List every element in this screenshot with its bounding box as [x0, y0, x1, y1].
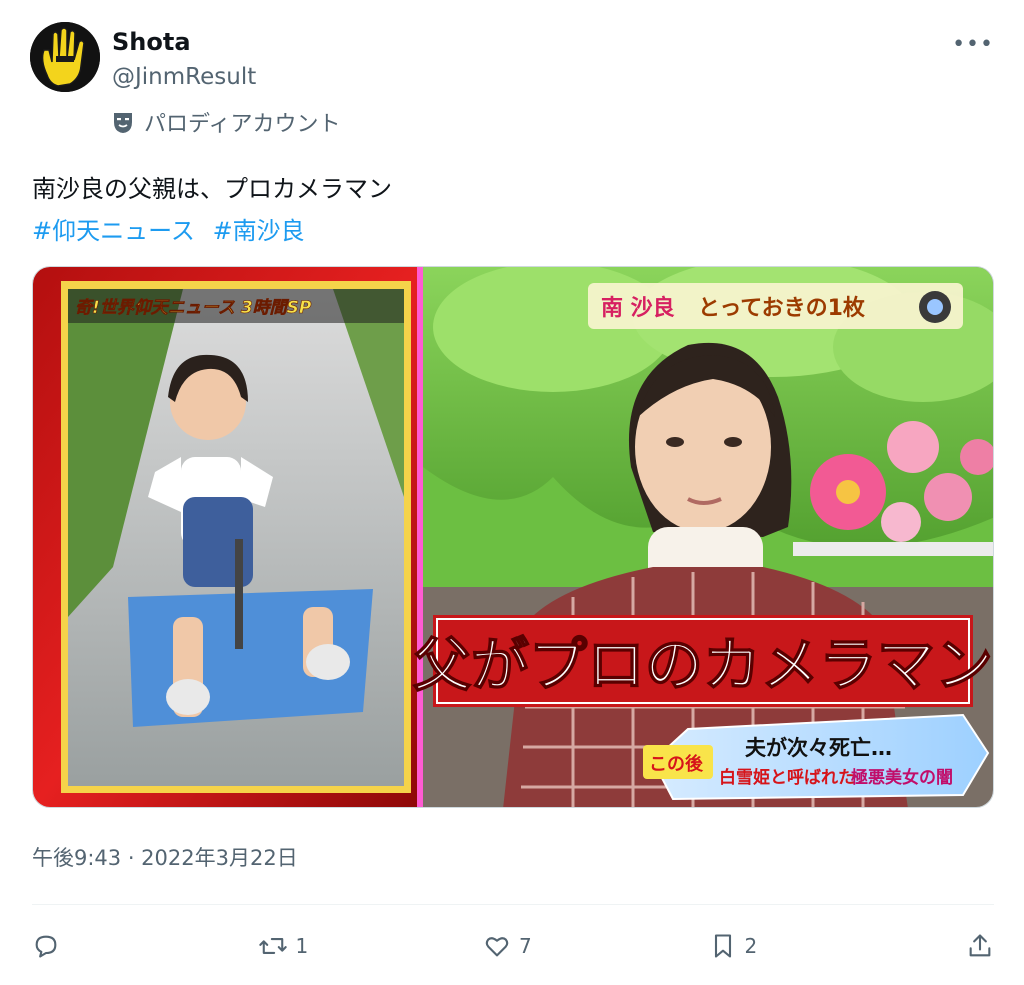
bookmark-button[interactable]: 2	[709, 932, 769, 960]
like-button[interactable]: 7	[483, 932, 543, 960]
divider	[32, 904, 994, 905]
avatar[interactable]	[30, 22, 100, 92]
mask-icon	[114, 113, 132, 133]
user-handle[interactable]: @JinmResult	[112, 64, 256, 90]
tweet-image[interactable]: 奇!世界仰天ニュース 3時間SP 南 沙良 とっておきの1枚 父がプロのカメラマ…	[32, 266, 994, 808]
banner-text: 奇!世界仰天ニュース 3時間SP	[75, 298, 312, 318]
tweet-body: 南沙良の父親は、プロカメラマン	[32, 175, 392, 203]
heart-icon	[485, 937, 509, 957]
action-bar: 1 7 2	[32, 922, 994, 970]
tweet-text: 南沙良の父親は、プロカメラマン #仰天ニュース #南沙良	[32, 168, 392, 252]
caption-name: 南 沙良	[601, 295, 675, 321]
teaser-prefix: この後	[649, 753, 704, 775]
reply-icon	[35, 935, 57, 958]
hashtag-link[interactable]: #仰天ニュース	[32, 217, 195, 245]
retweet-count: 1	[295, 934, 309, 958]
hand-logo-icon	[30, 22, 100, 92]
retweet-icon	[258, 938, 287, 954]
teaser-line1: 夫が次々死亡…	[745, 736, 892, 760]
more-options-icon[interactable]: •••	[952, 32, 994, 57]
parody-label-text: パロディアカウント	[144, 112, 341, 137]
main-caption: 父がプロのカメラマン	[413, 631, 993, 699]
tweet-timestamp[interactable]: 午後9:43 · 2022年3月22日	[32, 842, 298, 872]
like-count: 7	[519, 934, 532, 958]
retweet-button[interactable]: 1	[258, 932, 318, 960]
share-icon	[969, 934, 991, 957]
teaser-line2b: 極悪美女の闇	[851, 767, 953, 788]
hashtag-link[interactable]: #南沙良	[213, 217, 305, 245]
tv-screenshot-image: 奇!世界仰天ニュース 3時間SP 南 沙良 とっておきの1枚 父がプロのカメラマ…	[33, 267, 993, 807]
display-name[interactable]: Shota	[112, 28, 191, 56]
reply-button[interactable]	[32, 932, 92, 960]
bookmark-count: 2	[744, 934, 758, 958]
teaser-line2a: 白雪姫と呼ばれた	[719, 767, 855, 788]
parody-label: パロディアカウント	[112, 106, 340, 138]
share-button[interactable]	[934, 932, 994, 960]
bookmark-icon	[714, 934, 731, 958]
caption-rest: とっておきの1枚	[698, 295, 865, 321]
